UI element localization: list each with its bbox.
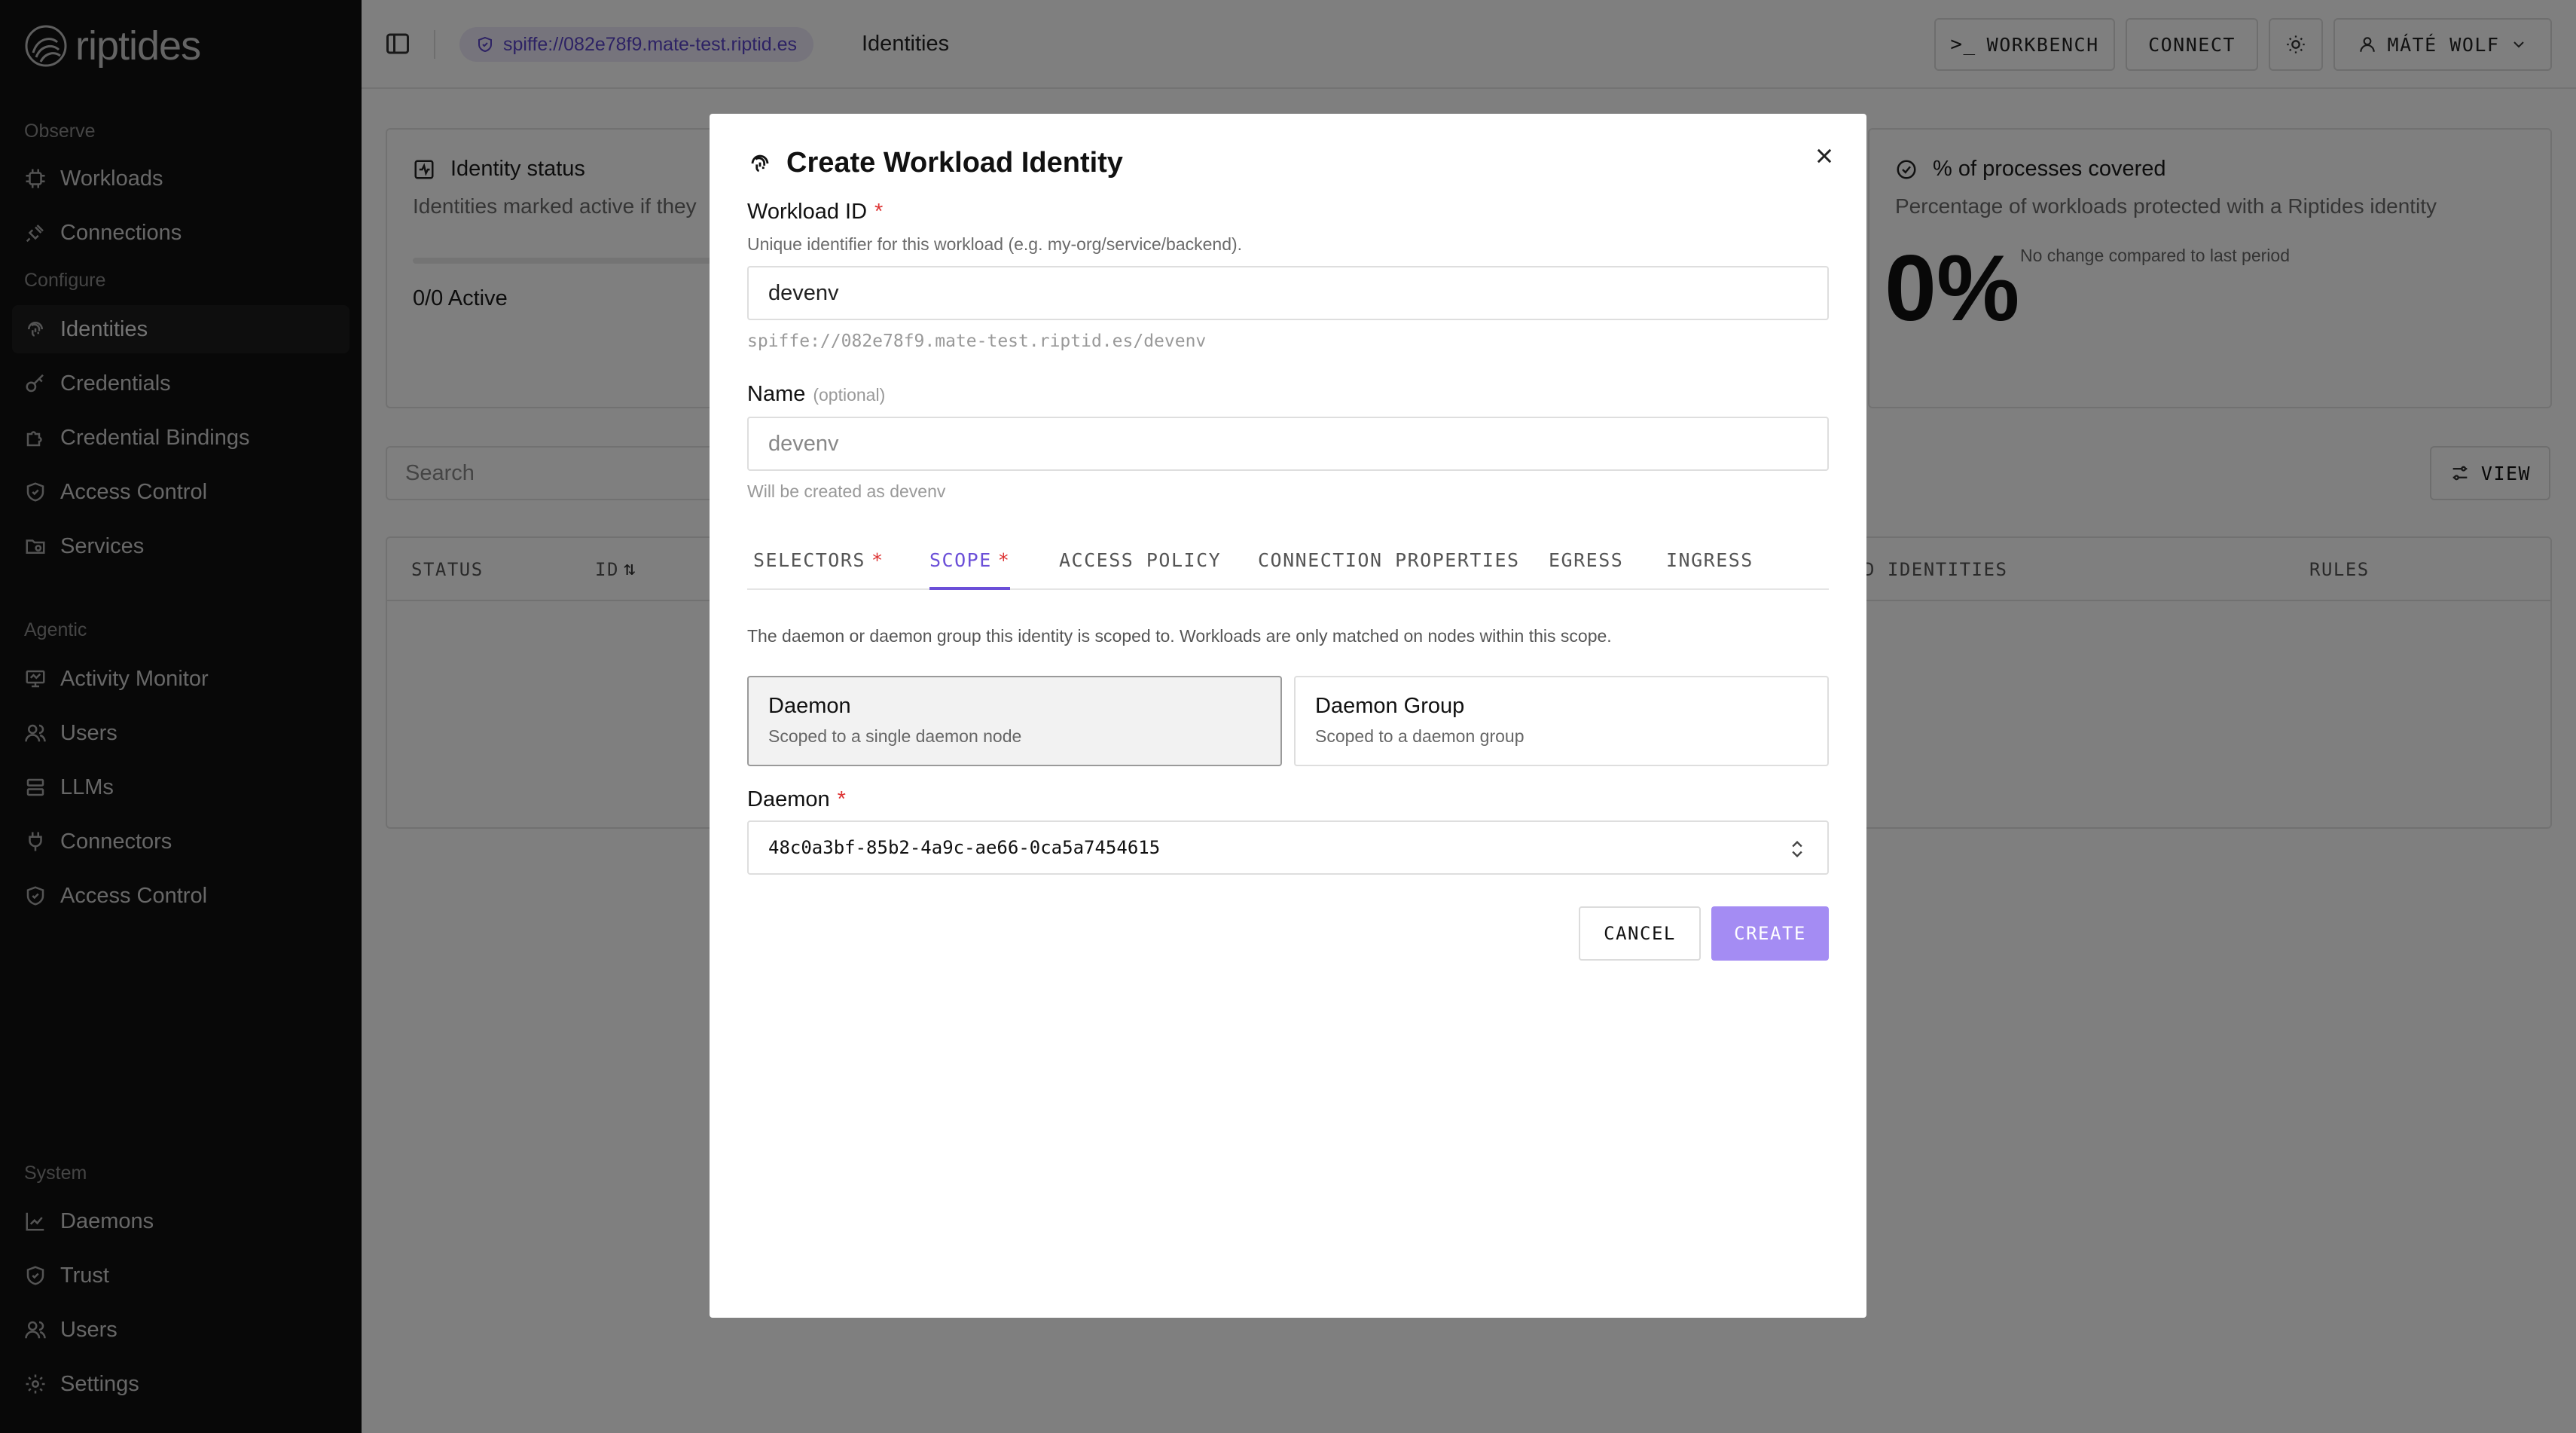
spiffe-preview: spiffe://082e78f9.mate-test.riptid.es/de… bbox=[747, 332, 1207, 351]
workload-id-label: Workload ID * bbox=[747, 200, 883, 225]
tab-label: SCOPE bbox=[929, 549, 992, 571]
chevron-up-down-icon bbox=[1792, 841, 1802, 857]
scope-description: The daemon or daemon group this identity… bbox=[747, 626, 1612, 646]
daemon-select-value: 48c0a3bf-85b2-4a9c-ae66-0ca5a7454615 bbox=[768, 837, 1161, 858]
daemon-label-text: Daemon bbox=[747, 787, 830, 811]
close-button[interactable] bbox=[1809, 141, 1839, 171]
create-identity-dialog: Create Workload Identity Workload ID * U… bbox=[710, 114, 1866, 1318]
scope-option-daemon-group[interactable]: Daemon Group Scoped to a daemon group bbox=[1294, 676, 1829, 766]
scope-option-subtitle: Scoped to a daemon group bbox=[1315, 726, 1525, 746]
optional-hint: (optional) bbox=[813, 385, 886, 405]
tab-selectors[interactable]: SELECTORS * bbox=[753, 549, 884, 590]
dialog-title: Create Workload Identity bbox=[747, 147, 1123, 179]
scope-option-title: Daemon bbox=[768, 694, 851, 718]
tab-egress[interactable]: EGRESS bbox=[1549, 549, 1623, 590]
required-mark: * bbox=[837, 787, 846, 811]
cancel-button[interactable]: CANCEL bbox=[1579, 906, 1701, 961]
name-input[interactable]: devenv bbox=[747, 417, 1829, 471]
dialog-title-text: Create Workload Identity bbox=[786, 147, 1123, 179]
close-icon bbox=[1817, 148, 1832, 163]
tab-connection-properties[interactable]: CONNECTION PROPERTIES bbox=[1258, 549, 1520, 590]
daemon-select[interactable]: 48c0a3bf-85b2-4a9c-ae66-0ca5a7454615 bbox=[747, 820, 1829, 875]
tab-access-policy[interactable]: ACCESS POLICY bbox=[1059, 549, 1221, 590]
required-mark: * bbox=[874, 200, 884, 224]
required-mark: * bbox=[871, 549, 884, 571]
workload-id-hint: Unique identifier for this workload (e.g… bbox=[747, 234, 1243, 254]
name-label-text: Name bbox=[747, 382, 806, 406]
scope-option-daemon[interactable]: Daemon Scoped to a single daemon node bbox=[747, 676, 1282, 766]
scope-option-subtitle: Scoped to a single daemon node bbox=[768, 726, 1022, 746]
fingerprint-icon bbox=[751, 154, 769, 172]
name-hint: Will be created as devenv bbox=[747, 481, 946, 501]
name-label: Name (optional) bbox=[747, 382, 885, 407]
create-button[interactable]: CREATE bbox=[1711, 906, 1829, 961]
tab-ingress[interactable]: INGRESS bbox=[1666, 549, 1753, 590]
workload-id-input[interactable]: devenv bbox=[747, 266, 1829, 320]
workload-id-label-text: Workload ID bbox=[747, 200, 868, 224]
required-mark: * bbox=[997, 549, 1011, 571]
identity-tabs: SELECTORS * SCOPE * ACCESS POLICY CONNECTI… bbox=[747, 536, 1829, 590]
daemon-label: Daemon * bbox=[747, 787, 846, 812]
scope-option-title: Daemon Group bbox=[1315, 694, 1465, 718]
tab-label: SELECTORS bbox=[753, 549, 865, 571]
tab-scope[interactable]: SCOPE * bbox=[929, 549, 1011, 590]
